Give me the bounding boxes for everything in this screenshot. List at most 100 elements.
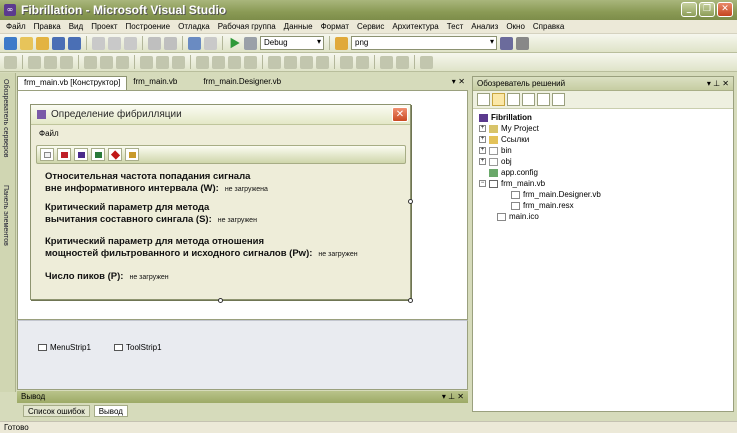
toolbox-tab[interactable]: Панель элементов <box>2 185 9 246</box>
remove-spacing-icon[interactable] <box>244 55 257 69</box>
center-horizontally-icon[interactable] <box>340 55 353 69</box>
new-doc-icon[interactable] <box>40 148 54 161</box>
open-file-icon[interactable] <box>36 36 49 50</box>
menu-analyze[interactable]: Анализ <box>467 22 502 31</box>
expand-icon[interactable]: + <box>479 147 486 154</box>
tree-item-frm-main[interactable]: − frm_main.vb <box>479 179 545 188</box>
key-icon[interactable] <box>125 148 139 161</box>
tree-item-mainico[interactable]: main.ico <box>497 212 539 221</box>
show-all-files-icon[interactable] <box>492 93 505 106</box>
find-icon[interactable] <box>204 36 217 50</box>
signal-chart-icon[interactable] <box>74 148 88 161</box>
form-menu-file[interactable]: Файл <box>31 125 410 141</box>
menu-view[interactable]: Вид <box>65 22 87 31</box>
tab-order-icon[interactable] <box>420 55 433 69</box>
align-grid-icon[interactable] <box>4 55 17 69</box>
vertical-spacing-icon[interactable] <box>268 55 281 69</box>
save-all-icon[interactable] <box>68 36 81 50</box>
same-width-icon[interactable] <box>140 55 153 69</box>
send-to-back-icon[interactable] <box>396 55 409 69</box>
increase-spacing-icon[interactable] <box>212 55 225 69</box>
navigate-icon[interactable] <box>188 36 201 50</box>
view-designer-icon[interactable] <box>537 93 550 106</box>
decrease-spacing-icon[interactable] <box>228 55 241 69</box>
tree-item-myproject[interactable]: + My Project <box>479 124 539 133</box>
menu-team[interactable]: Рабочая группа <box>214 22 280 31</box>
add-item-icon[interactable] <box>20 36 33 50</box>
expand-icon[interactable]: + <box>479 136 486 143</box>
menu-format[interactable]: Формат <box>317 22 353 31</box>
tab-code[interactable]: frm_main.vb <box>127 76 183 90</box>
solution-pin-close-icon[interactable]: ▾ ⊥ ✕ <box>707 77 729 91</box>
server-explorer-tab[interactable]: Обозреватель серверов <box>2 79 9 157</box>
copy-icon[interactable] <box>108 36 121 50</box>
new-project-icon[interactable] <box>4 36 17 50</box>
designed-form[interactable]: Определение фибрилляции ✕ Файл Относител… <box>30 104 411 300</box>
menu-file[interactable]: Файл <box>2 22 30 31</box>
tree-item-resx[interactable]: frm_main.resx <box>511 201 574 210</box>
tree-item-bin[interactable]: + bin <box>479 146 512 155</box>
tab-designer-vb[interactable]: frm_main.Designer.vb <box>197 76 287 90</box>
menu-architecture[interactable]: Архитектура <box>388 22 442 31</box>
same-height-icon[interactable] <box>156 55 169 69</box>
minimize-button[interactable]: _ <box>681 2 697 17</box>
solution-explorer-icon[interactable] <box>500 36 513 50</box>
decrease-vspacing-icon[interactable] <box>300 55 313 69</box>
redo-icon[interactable] <box>164 36 177 50</box>
increase-vspacing-icon[interactable] <box>284 55 297 69</box>
collapse-icon[interactable]: − <box>479 180 486 187</box>
resize-handle-right[interactable] <box>408 199 413 204</box>
tray-menustrip[interactable]: MenuStrip1 <box>38 343 91 352</box>
tree-item-project[interactable]: Fibrillation <box>479 113 532 122</box>
maximize-button[interactable]: ❐ <box>699 2 715 17</box>
remove-vspacing-icon[interactable] <box>316 55 329 69</box>
tab-output[interactable]: Вывод <box>93 405 128 417</box>
align-lefts-icon[interactable] <box>28 55 41 69</box>
class-diagram-icon[interactable] <box>552 93 565 106</box>
expand-icon[interactable]: + <box>479 125 486 132</box>
view-code-icon[interactable] <box>522 93 535 106</box>
expand-icon[interactable]: + <box>479 158 486 165</box>
menu-edit[interactable]: Правка <box>30 22 65 31</box>
form-close-button[interactable]: ✕ <box>392 107 408 122</box>
find-combo[interactable]: png <box>351 36 497 50</box>
save-icon[interactable] <box>52 36 65 50</box>
align-bottoms-icon[interactable] <box>116 55 129 69</box>
menu-build[interactable]: Построение <box>122 22 175 31</box>
menu-data[interactable]: Данные <box>280 22 317 31</box>
tree-item-appconfig[interactable]: app.config <box>489 168 538 177</box>
align-tops-icon[interactable] <box>84 55 97 69</box>
properties-icon[interactable] <box>516 36 529 50</box>
cut-icon[interactable] <box>92 36 105 50</box>
configuration-select[interactable]: Debug <box>260 36 324 50</box>
find-in-files-icon[interactable] <box>335 36 348 50</box>
start-debug-icon[interactable] <box>230 37 240 49</box>
output-pin-close-icon[interactable]: ▾ ⊥ ✕ <box>442 391 464 403</box>
tray-toolstrip[interactable]: ToolStrip1 <box>114 343 162 352</box>
tree-item-obj[interactable]: + obj <box>479 157 512 166</box>
tree-item-references[interactable]: + Ссылки <box>479 135 529 144</box>
undo-icon[interactable] <box>148 36 161 50</box>
menu-test[interactable]: Тест <box>443 22 468 31</box>
form-toolstrip[interactable] <box>36 145 406 164</box>
tree-item-designer-vb[interactable]: frm_main.Designer.vb <box>511 190 601 199</box>
menu-help[interactable]: Справка <box>529 22 568 31</box>
tab-designer[interactable]: frm_main.vb [Конструктор] <box>17 76 128 90</box>
properties-icon[interactable] <box>477 93 490 106</box>
open-signal-icon[interactable] <box>57 148 71 161</box>
bring-to-front-icon[interactable] <box>380 55 393 69</box>
menu-debug[interactable]: Отладка <box>174 22 214 31</box>
align-rights-icon[interactable] <box>60 55 73 69</box>
align-middles-icon[interactable] <box>100 55 113 69</box>
resize-handle-bottom[interactable] <box>218 298 223 303</box>
stop-diamond-icon[interactable] <box>108 148 122 161</box>
tab-error-list[interactable]: Список ошибок <box>23 405 90 417</box>
horizontal-spacing-icon[interactable] <box>196 55 209 69</box>
refresh-icon[interactable] <box>507 93 520 106</box>
resize-handle-corner[interactable] <box>408 298 413 303</box>
paste-icon[interactable] <box>124 36 137 50</box>
same-size-icon[interactable] <box>172 55 185 69</box>
close-document-icon[interactable]: ▾ ✕ <box>452 77 465 86</box>
center-vertically-icon[interactable] <box>356 55 369 69</box>
flag-icon[interactable] <box>91 148 105 161</box>
